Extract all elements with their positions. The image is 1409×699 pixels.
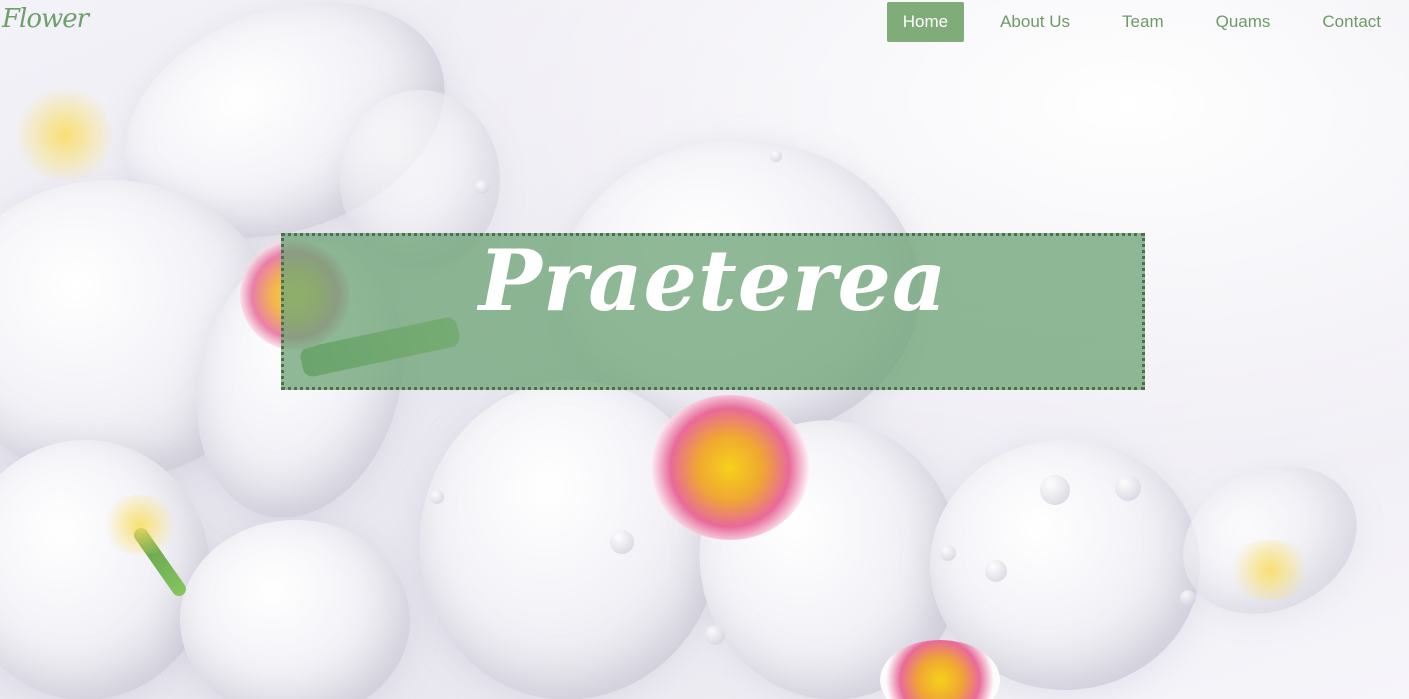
nav-item-team[interactable]: Team — [1106, 2, 1180, 42]
hero-title: Praeterea — [478, 230, 948, 330]
top-navbar: Flower Home About Us Team Quams Contact — [0, 0, 1409, 44]
hero-title-banner: Praeterea — [281, 230, 1145, 390]
page: Flower Home About Us Team Quams Contact … — [0, 0, 1409, 699]
nav-item-about-us[interactable]: About Us — [984, 2, 1086, 42]
nav-item-home[interactable]: Home — [886, 2, 965, 42]
site-logo[interactable]: Flower — [2, 4, 89, 34]
nav-menu: Home About Us Team Quams Contact — [867, 2, 1397, 42]
nav-item-quams[interactable]: Quams — [1200, 2, 1287, 42]
nav-item-contact[interactable]: Contact — [1306, 2, 1397, 42]
